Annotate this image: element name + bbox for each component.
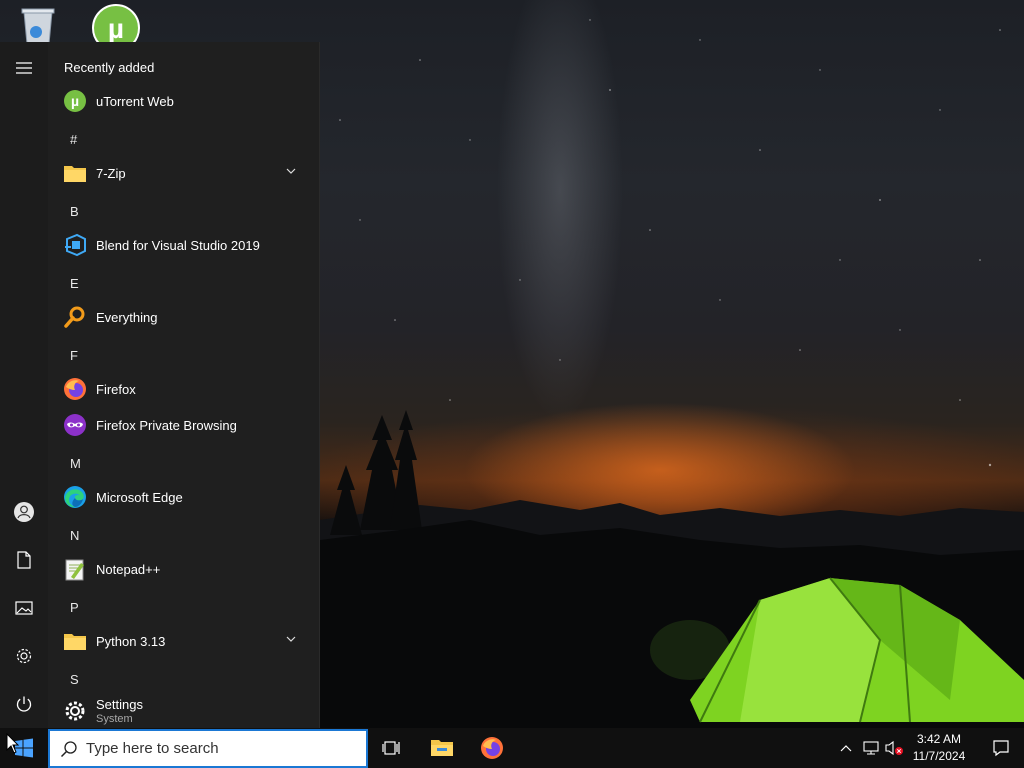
edge-icon — [62, 484, 88, 510]
app-label: Firefox Private Browsing — [96, 417, 237, 433]
app-label-settings: Settings — [96, 697, 143, 712]
search-icon — [60, 740, 77, 757]
letter-header[interactable]: N — [70, 528, 90, 543]
recently-added-header: Recently added — [64, 60, 155, 75]
app-label: Blend for Visual Studio 2019 — [96, 237, 260, 253]
folder-icon — [62, 628, 88, 654]
letter-header[interactable]: S — [70, 672, 90, 687]
app-item-firefox[interactable]: Firefox — [48, 371, 310, 407]
firefox-taskbar-button[interactable] — [468, 728, 516, 768]
app-item-microsoft-edge[interactable]: Microsoft Edge — [48, 479, 310, 515]
app-item-utorrent-web[interactable]: µ uTorrent Web — [48, 83, 310, 119]
firefox-icon — [62, 376, 88, 402]
app-label: Notepad++ — [96, 561, 161, 577]
volume-button[interactable] — [884, 738, 904, 758]
pictures-button[interactable] — [0, 584, 48, 632]
network-icon — [863, 741, 879, 755]
app-item-python[interactable]: Python 3.13 — [48, 623, 310, 659]
svg-text:µ: µ — [71, 93, 79, 109]
settings-icon — [16, 648, 32, 664]
start-menu: Recently added µ uTorrent Web # 7-Zip B … — [0, 42, 320, 728]
power-icon — [16, 696, 32, 712]
letter-header[interactable]: E — [70, 276, 90, 291]
svg-text:µ: µ — [108, 13, 124, 44]
app-item-blend[interactable]: Blend for Visual Studio 2019 — [48, 227, 310, 263]
app-item-settings[interactable]: Settings System — [48, 693, 310, 728]
clock[interactable]: 3:42 AM 11/7/2024 — [906, 731, 972, 765]
app-label: 7-Zip — [96, 165, 126, 181]
search-box[interactable] — [48, 729, 368, 768]
letter-header[interactable]: M — [70, 456, 90, 471]
app-label: Microsoft Edge — [96, 489, 183, 505]
search-input[interactable] — [86, 733, 346, 764]
chevron-down-icon[interactable] — [286, 635, 296, 643]
app-sublabel: System — [96, 713, 133, 725]
task-view-button[interactable] — [368, 728, 416, 768]
app-item-everything[interactable]: Everything — [48, 299, 310, 335]
documents-button[interactable] — [0, 536, 48, 584]
document-icon — [17, 551, 31, 569]
hamburger-icon[interactable] — [0, 44, 48, 92]
clock-time: 3:42 AM — [916, 732, 962, 746]
folder-icon — [62, 160, 88, 186]
user-account-button[interactable] — [0, 488, 48, 536]
task-view-icon — [382, 741, 400, 755]
chevron-up-icon — [840, 745, 852, 752]
app-label: uTorrent Web — [96, 93, 174, 109]
clock-date: 11/7/2024 — [912, 749, 966, 763]
utorrent-icon: µ — [62, 88, 88, 114]
power-button[interactable] — [0, 680, 48, 728]
user-icon — [14, 502, 34, 522]
pictures-icon — [15, 601, 33, 615]
letter-header[interactable]: # — [70, 132, 90, 147]
letter-header[interactable]: B — [70, 204, 90, 219]
letter-header[interactable]: P — [70, 600, 90, 615]
app-item-7-zip[interactable]: 7-Zip — [48, 155, 310, 191]
file-explorer-button[interactable] — [418, 728, 466, 768]
app-list: Recently added µ uTorrent Web # 7-Zip B … — [48, 42, 320, 728]
start-menu-rail — [0, 42, 48, 728]
settings-button[interactable] — [0, 632, 48, 680]
mouse-cursor-icon — [6, 733, 20, 754]
taskbar: 3:42 AM 11/7/2024 — [0, 728, 1024, 768]
utorrent-desktop-icon[interactable]: µ — [92, 0, 140, 52]
gear-icon — [62, 698, 88, 724]
app-item-firefox-private[interactable]: Firefox Private Browsing — [48, 407, 310, 443]
network-button[interactable] — [861, 738, 881, 758]
firefox-private-icon — [62, 412, 88, 438]
action-center-button[interactable] — [978, 728, 1024, 768]
app-label: Settings System — [96, 697, 143, 725]
app-label: Everything — [96, 309, 158, 325]
app-label: Python 3.13 — [96, 633, 166, 649]
volume-muted-icon — [885, 740, 903, 756]
firefox-icon — [481, 737, 503, 759]
file-explorer-icon — [431, 740, 453, 756]
app-item-notepadpp[interactable]: Notepad++ — [48, 551, 310, 587]
notification-icon — [993, 740, 1009, 757]
notepadpp-icon — [62, 556, 88, 582]
chevron-down-icon[interactable] — [286, 167, 296, 175]
app-label: Firefox — [96, 381, 136, 397]
magnifier-icon — [62, 304, 88, 330]
letter-header[interactable]: F — [70, 348, 90, 363]
recycle-bin-icon[interactable] — [14, 0, 62, 45]
show-hidden-icons-button[interactable] — [836, 738, 856, 758]
blend-icon — [62, 232, 88, 258]
